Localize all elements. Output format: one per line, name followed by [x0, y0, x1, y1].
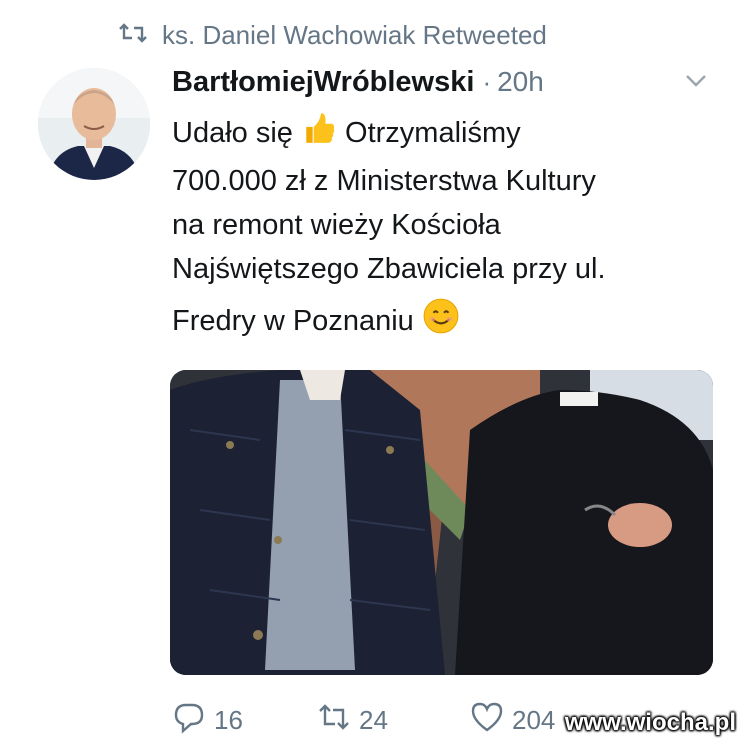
retweet-icon [118, 20, 148, 51]
avatar[interactable] [38, 68, 150, 180]
tweet-header: BartłomiejWróblewski · 20h [172, 62, 710, 102]
watermark: www.wiocha.pl [564, 709, 736, 736]
tweet-text: Udało się Otrzymaliśmy 700.000 zł z Mini… [172, 110, 717, 348]
retweet-icon [317, 700, 351, 741]
thumbs-up-emoji [301, 110, 337, 159]
reply-icon [172, 700, 206, 741]
retweet-button[interactable]: 24 [317, 700, 388, 741]
heart-icon [470, 700, 504, 741]
smiling-face-emoji [422, 297, 460, 348]
author-name[interactable]: BartłomiejWróblewski [172, 66, 474, 99]
tweet-text-part: Fredry w Poznaniu [172, 305, 414, 338]
retweet-count: 24 [359, 705, 388, 735]
chevron-down-icon[interactable] [682, 66, 710, 94]
like-count: 204 [512, 705, 556, 735]
tweet-text-part: Otrzymaliśmy [345, 117, 521, 150]
tweet-text-line-2: 700.000 zł z Ministerstwa Kultury [172, 165, 596, 197]
retweeted-by-text: ks. Daniel Wachowiak Retweeted [162, 20, 547, 50]
tweet-text-line-1: Udało się Otrzymaliśmy [172, 110, 717, 159]
tweet-text-line-5: Fredry w Poznaniu [172, 297, 717, 348]
retweet-row[interactable]: ks. Daniel Wachowiak Retweeted [118, 20, 547, 51]
tweet-text-line-4: Najświętszego Zbawiciela przy ul. [172, 253, 606, 285]
reply-count: 16 [214, 705, 243, 735]
tweet-text-part: Udało się [172, 117, 293, 150]
like-button[interactable]: 204 [470, 700, 555, 741]
reply-button[interactable]: 16 [172, 700, 243, 741]
tweet-text-line-3: na remont wieży Kościoła [172, 209, 501, 241]
header-separator: · [482, 66, 492, 97]
tweet-media-photo[interactable] [170, 370, 713, 675]
tweet-time[interactable]: 20h [497, 66, 544, 98]
